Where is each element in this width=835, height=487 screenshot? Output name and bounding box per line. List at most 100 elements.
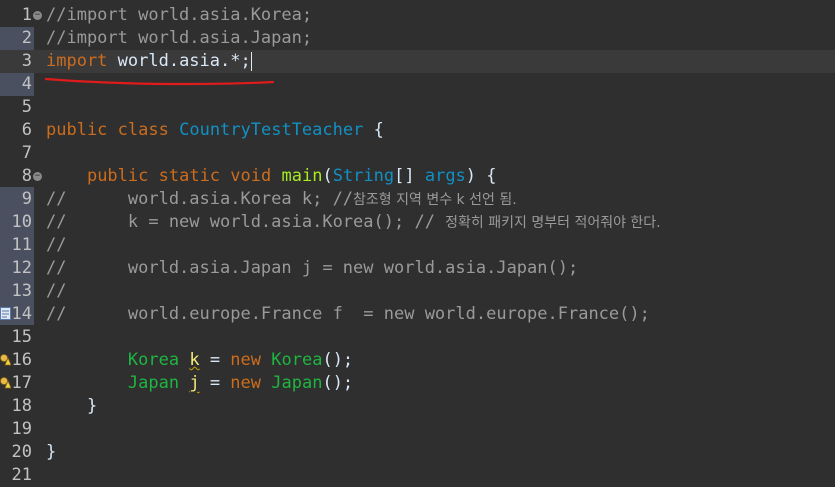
- code-token: 정확히 패키지 명부터 적어줘야 한다.: [445, 215, 661, 231]
- code-token: {: [363, 120, 384, 140]
- code-text: public class CountryTestTeacher {: [46, 119, 384, 142]
- code-token: Japan: [127, 373, 180, 393]
- code-text: // world.asia.Japan j = new world.asia.J…: [46, 257, 578, 280]
- code-token: []: [394, 166, 425, 186]
- line-number: 9: [21, 189, 32, 209]
- code-token: // world.europe.France f = new world.eur…: [46, 304, 650, 324]
- code-token: //import world.asia.Korea;: [46, 5, 313, 25]
- code-line[interactable]: 13 //: [0, 280, 835, 303]
- code-text: //import world.asia.Japan;: [46, 27, 312, 50]
- code-token: Korea: [271, 350, 323, 370]
- code-token: Japan: [271, 373, 323, 393]
- code-token: // k = new world.asia.Korea(); //: [46, 212, 446, 232]
- code-text: }: [46, 441, 56, 464]
- line-number: 4: [21, 74, 32, 94]
- code-token: CountryTestTeacher: [179, 120, 364, 140]
- code-text: //: [46, 280, 66, 303]
- code-line[interactable]: 5: [0, 96, 835, 119]
- code-line[interactable]: 17 Japan j = new Japan();: [0, 372, 835, 395]
- code-token: 참조형 지역 변수 k 선언 됨.: [353, 192, 517, 208]
- code-token: // world.asia.Korea k; //: [46, 189, 354, 209]
- line-number: 15: [11, 327, 32, 347]
- code-line[interactable]: 15: [0, 326, 835, 349]
- code-token: ) {: [465, 166, 497, 186]
- code-token: String: [332, 166, 395, 186]
- code-token: main: [281, 166, 323, 186]
- line-number: 12: [11, 258, 32, 278]
- code-token: k: [189, 350, 200, 370]
- code-line[interactable]: 21: [0, 464, 835, 487]
- fold-toggle-icon[interactable]: −: [33, 172, 42, 181]
- line-number: 10: [11, 212, 32, 232]
- line-number: 11: [11, 235, 32, 255]
- code-text: import world.asia.*;: [46, 50, 252, 73]
- code-text: Japan j = new Japan();: [46, 372, 353, 395]
- code-line[interactable]: 6 public class CountryTestTeacher {: [0, 119, 835, 142]
- code-token: //import world.asia.Japan;: [46, 28, 313, 48]
- code-token: }: [46, 396, 98, 416]
- code-token: world.asia.*;: [107, 51, 251, 71]
- code-token: static: [158, 166, 221, 186]
- code-token: //: [46, 235, 67, 255]
- line-number: 8: [21, 166, 32, 186]
- red-underline-annotation: [44, 77, 275, 86]
- warning-marker-icon[interactable]: [0, 376, 11, 389]
- code-token: Korea: [127, 350, 180, 370]
- text-caret: [250, 51, 252, 71]
- line-number: 2: [21, 28, 32, 48]
- code-text: //: [46, 234, 66, 257]
- code-token: new: [230, 373, 262, 393]
- code-line[interactable]: 11 //: [0, 234, 835, 257]
- code-line[interactable]: 9 // world.asia.Korea k; //참조형 지역 변수 k 선언…: [0, 188, 835, 211]
- code-line[interactable]: 1−//import world.asia.Korea;: [0, 4, 835, 27]
- line-number: 20: [11, 442, 32, 462]
- code-token: ();: [322, 373, 354, 393]
- code-token: public: [86, 166, 149, 186]
- code-token: new: [230, 350, 262, 370]
- task-marker-icon[interactable]: [0, 307, 11, 320]
- line-number: 3: [21, 51, 32, 71]
- code-line[interactable]: 19: [0, 418, 835, 441]
- line-number: 1: [21, 5, 32, 25]
- code-line[interactable]: 10 // k = new world.asia.Korea(); // 정확히 …: [0, 211, 835, 234]
- code-token: //: [46, 281, 67, 301]
- code-text: public static void main(String[] args) {: [46, 165, 497, 188]
- code-line[interactable]: 8− public static void main(String[] args…: [0, 165, 835, 188]
- code-token: ();: [322, 350, 354, 370]
- code-line[interactable]: 7: [0, 142, 835, 165]
- code-editor[interactable]: 1−//import world.asia.Korea; 2//import wo…: [0, 0, 835, 487]
- fold-toggle-icon[interactable]: −: [33, 11, 42, 20]
- code-token: j: [189, 373, 200, 393]
- code-line[interactable]: 3 import world.asia.*;: [0, 50, 835, 73]
- code-line[interactable]: 20}: [0, 441, 835, 464]
- code-token: }: [46, 442, 57, 462]
- code-line[interactable]: 2 //import world.asia.Japan;: [0, 27, 835, 50]
- warning-marker-icon[interactable]: [0, 353, 11, 366]
- code-text: //import world.asia.Korea;: [46, 4, 312, 27]
- code-line[interactable]: 18 }: [0, 395, 835, 418]
- code-line[interactable]: 14// world.europe.France f = new world.e…: [0, 303, 835, 326]
- code-text: Korea k = new Korea();: [46, 349, 353, 372]
- line-number: 13: [11, 281, 32, 301]
- code-token: public: [46, 120, 108, 140]
- line-number: 19: [11, 419, 32, 439]
- code-line[interactable]: 12 // world.asia.Japan j = new world.asia…: [0, 257, 835, 280]
- line-number: 5: [21, 97, 32, 117]
- code-text: }: [46, 395, 97, 418]
- code-text: // k = new world.asia.Korea(); // 정확히 패키…: [46, 211, 661, 235]
- code-token: (: [322, 166, 333, 186]
- code-line[interactable]: 16 Korea k = new Korea();: [0, 349, 835, 372]
- code-token: void: [230, 166, 272, 186]
